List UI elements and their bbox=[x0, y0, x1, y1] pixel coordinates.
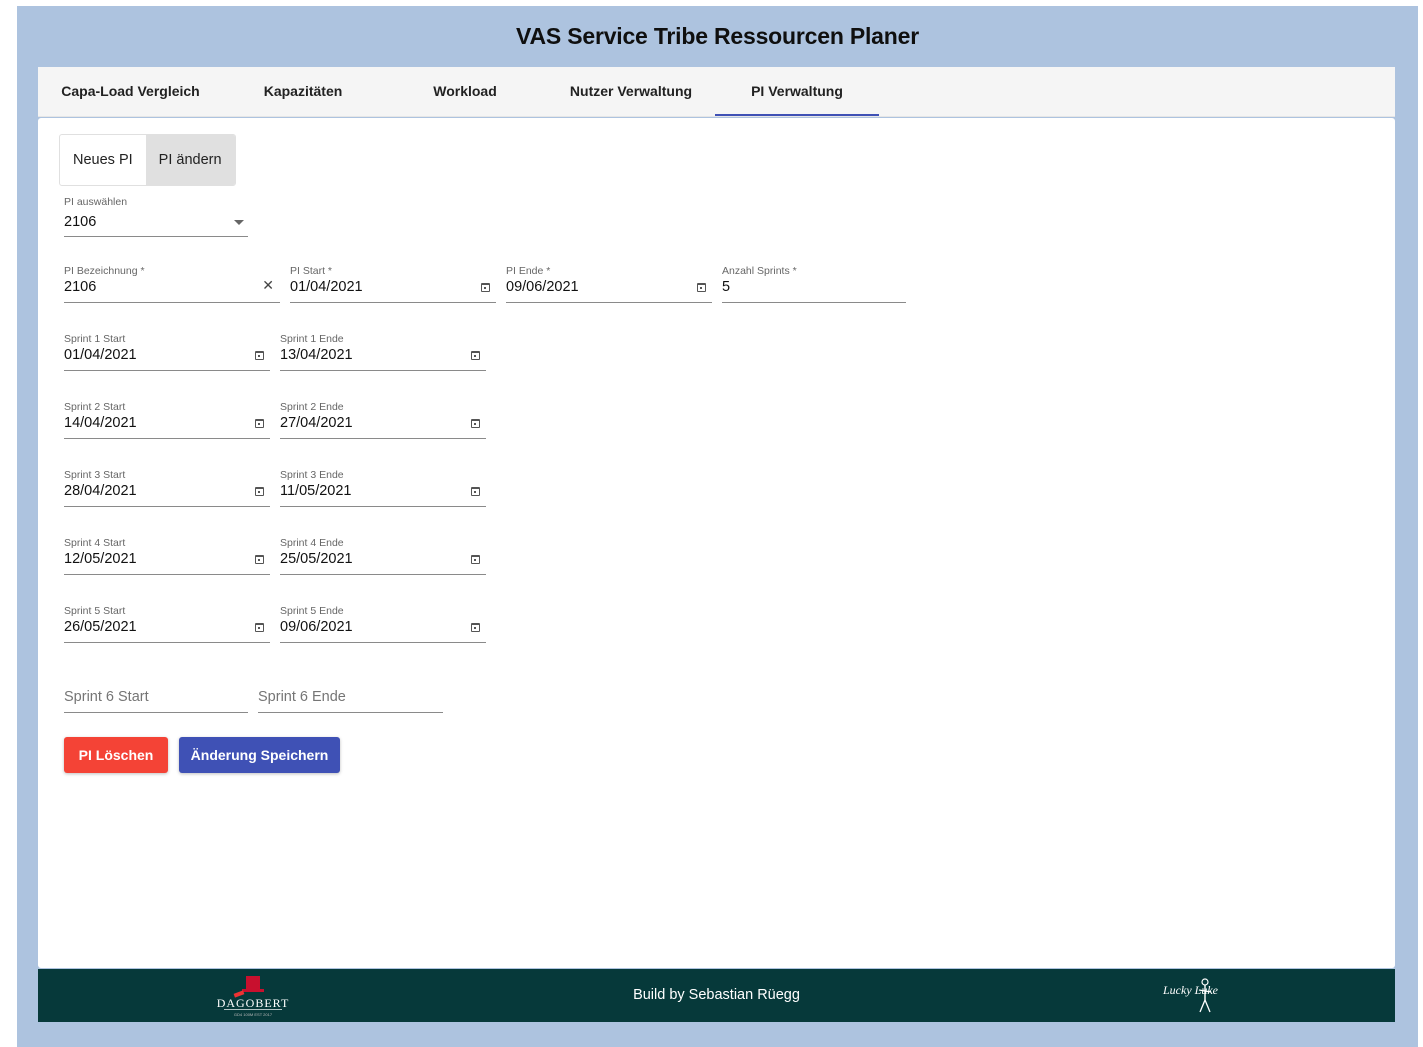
sprint-5-end-value: 09/06/2021 bbox=[280, 619, 353, 635]
tab-nutzer-verwaltung[interactable]: Nutzer Verwaltung bbox=[547, 67, 715, 116]
sprint-6-start-underline bbox=[64, 712, 248, 713]
sprint-1-end-value: 13/04/2021 bbox=[280, 347, 353, 363]
lucky-luke-logo: Lucky Luke bbox=[1162, 978, 1219, 1013]
tab-pi-verwaltung[interactable]: PI Verwaltung bbox=[715, 67, 879, 116]
calendar-icon[interactable] bbox=[471, 419, 480, 428]
sprint-4-end-label: Sprint 4 Ende bbox=[280, 537, 344, 549]
save-changes-button[interactable]: Änderung Speichern bbox=[179, 737, 340, 773]
active-tab-indicator bbox=[715, 114, 879, 116]
sprint-count-label: Anzahl Sprints * bbox=[722, 265, 797, 277]
pi-start-label: PI Start * bbox=[290, 265, 333, 277]
app-title: VAS Service Tribe Ressourcen Planer bbox=[516, 23, 919, 49]
dagobert-logo-subtext: GD4 100M EST 2017 bbox=[234, 1012, 273, 1017]
sprint-count-underline bbox=[722, 302, 906, 303]
sprint-3-start-label: Sprint 3 Start bbox=[64, 469, 126, 481]
pi-select-underline bbox=[64, 236, 248, 237]
pi-name-label: PI Bezeichnung * bbox=[64, 265, 145, 277]
sprint-2-start-value: 14/04/2021 bbox=[64, 415, 137, 431]
sprint-1-end-underline bbox=[280, 370, 486, 371]
calendar-icon[interactable] bbox=[255, 487, 264, 496]
pi-end-field[interactable]: PI Ende * 09/06/2021 bbox=[506, 265, 712, 303]
sprint-5-start-field[interactable]: Sprint 5 Start 26/05/2021 bbox=[64, 605, 270, 643]
sprint-2-end-underline bbox=[280, 438, 486, 439]
sprint-4-start-label: Sprint 4 Start bbox=[64, 537, 126, 549]
sprint-2-end-value: 27/04/2021 bbox=[280, 415, 353, 431]
sprint-4-start-field[interactable]: Sprint 4 Start 12/05/2021 bbox=[64, 537, 270, 575]
pi-start-underline bbox=[290, 302, 496, 303]
sprint-6-end-placeholder: Sprint 6 Ende bbox=[258, 689, 346, 705]
sprint-3-end-label: Sprint 3 Ende bbox=[280, 469, 344, 481]
tab-kapazitaeten[interactable]: Kapazitäten bbox=[223, 67, 383, 116]
sprint-4-start-value: 12/05/2021 bbox=[64, 551, 137, 567]
sprint-1-start-field[interactable]: Sprint 1 Start 01/04/2021 bbox=[64, 333, 270, 371]
sprint-4-end-value: 25/05/2021 bbox=[280, 551, 353, 567]
sprint-count-value: 5 bbox=[722, 279, 731, 295]
sprint-1-start-value: 01/04/2021 bbox=[64, 347, 137, 363]
sprint-2-start-label: Sprint 2 Start bbox=[64, 401, 126, 413]
app-frame: VAS Service Tribe Ressourcen Planer Capa… bbox=[17, 6, 1418, 1047]
sprint-1-end-label: Sprint 1 Ende bbox=[280, 333, 344, 345]
sprint-1-end-field[interactable]: Sprint 1 Ende 13/04/2021 bbox=[280, 333, 486, 371]
pi-name-value: 2106 bbox=[64, 279, 97, 295]
sprint-5-end-field[interactable]: Sprint 5 Ende 09/06/2021 bbox=[280, 605, 486, 643]
lucky-luke-logo-text: Lucky Luke bbox=[1162, 983, 1219, 997]
pi-select-label: PI auswählen bbox=[64, 196, 128, 208]
pi-select[interactable]: PI auswählen 2106 bbox=[64, 196, 248, 237]
calendar-icon[interactable] bbox=[471, 623, 480, 632]
sprint-1-start-label: Sprint 1 Start bbox=[64, 333, 126, 345]
sprint-4-end-underline bbox=[280, 574, 486, 575]
tab-workload[interactable]: Workload bbox=[383, 67, 547, 116]
pi-name-field[interactable]: PI Bezeichnung * 2106 ✕ bbox=[64, 265, 280, 303]
calendar-icon[interactable] bbox=[255, 555, 264, 564]
new-pi-toggle[interactable]: Neues PI bbox=[60, 135, 146, 185]
sprint-1-start-underline bbox=[64, 370, 270, 371]
clear-icon[interactable]: ✕ bbox=[262, 277, 274, 294]
sprint-5-start-underline bbox=[64, 642, 270, 643]
sprint-3-start-value: 28/04/2021 bbox=[64, 483, 137, 499]
sprint-5-end-label: Sprint 5 Ende bbox=[280, 605, 344, 617]
footer: DAGOBERT GD4 100M EST 2017 Build by Seba… bbox=[38, 969, 1395, 1022]
sprint-2-end-field[interactable]: Sprint 2 Ende 27/04/2021 bbox=[280, 401, 486, 439]
sprint-3-start-field[interactable]: Sprint 3 Start 28/04/2021 bbox=[64, 469, 270, 507]
calendar-icon[interactable] bbox=[471, 555, 480, 564]
sprint-2-start-underline bbox=[64, 438, 270, 439]
sprint-5-start-label: Sprint 5 Start bbox=[64, 605, 126, 617]
sprint-6-end-underline bbox=[258, 712, 443, 713]
calendar-icon[interactable] bbox=[697, 283, 706, 292]
edit-pi-toggle[interactable]: PI ändern bbox=[145, 135, 235, 185]
delete-pi-button[interactable]: PI Löschen bbox=[64, 737, 168, 773]
pi-end-underline bbox=[506, 302, 712, 303]
sprint-6-end-field[interactable]: Sprint 6 Ende bbox=[258, 673, 443, 713]
pi-name-underline bbox=[64, 302, 280, 303]
sprint-4-start-underline bbox=[64, 574, 270, 575]
calendar-icon[interactable] bbox=[255, 351, 264, 360]
dropdown-caret-icon[interactable] bbox=[234, 220, 244, 225]
sprint-3-end-field[interactable]: Sprint 3 Ende 11/05/2021 bbox=[280, 469, 486, 507]
sprint-2-start-field[interactable]: Sprint 2 Start 14/04/2021 bbox=[64, 401, 270, 439]
sprint-5-start-value: 26/05/2021 bbox=[64, 619, 137, 635]
pi-end-label: PI Ende * bbox=[506, 265, 551, 277]
calendar-icon[interactable] bbox=[471, 351, 480, 360]
sprint-3-end-value: 11/05/2021 bbox=[280, 483, 352, 499]
calendar-icon[interactable] bbox=[255, 419, 264, 428]
calendar-icon[interactable] bbox=[471, 487, 480, 496]
pi-end-value: 09/06/2021 bbox=[506, 279, 579, 295]
sprint-3-end-underline bbox=[280, 506, 486, 507]
calendar-icon[interactable] bbox=[255, 623, 264, 632]
pi-start-field[interactable]: PI Start * 01/04/2021 bbox=[290, 265, 496, 303]
sprint-6-start-placeholder: Sprint 6 Start bbox=[64, 689, 149, 705]
sprint-3-start-underline bbox=[64, 506, 270, 507]
tab-bar: Capa-Load Vergleich Kapazitäten Workload… bbox=[38, 67, 1395, 117]
calendar-icon[interactable] bbox=[481, 283, 490, 292]
mode-toggle-group: Neues PI PI ändern bbox=[59, 134, 236, 186]
sprint-count-field[interactable]: Anzahl Sprints * 5 bbox=[722, 265, 906, 303]
sprint-5-end-underline bbox=[280, 642, 486, 643]
tab-capa-load-vergleich[interactable]: Capa-Load Vergleich bbox=[38, 67, 223, 116]
pi-start-value: 01/04/2021 bbox=[290, 279, 363, 295]
sprint-6-start-field[interactable]: Sprint 6 Start bbox=[64, 673, 248, 713]
pi-select-value: 2106 bbox=[64, 214, 97, 230]
sprint-4-end-field[interactable]: Sprint 4 Ende 25/05/2021 bbox=[280, 537, 486, 575]
sprint-2-end-label: Sprint 2 Ende bbox=[280, 401, 344, 413]
